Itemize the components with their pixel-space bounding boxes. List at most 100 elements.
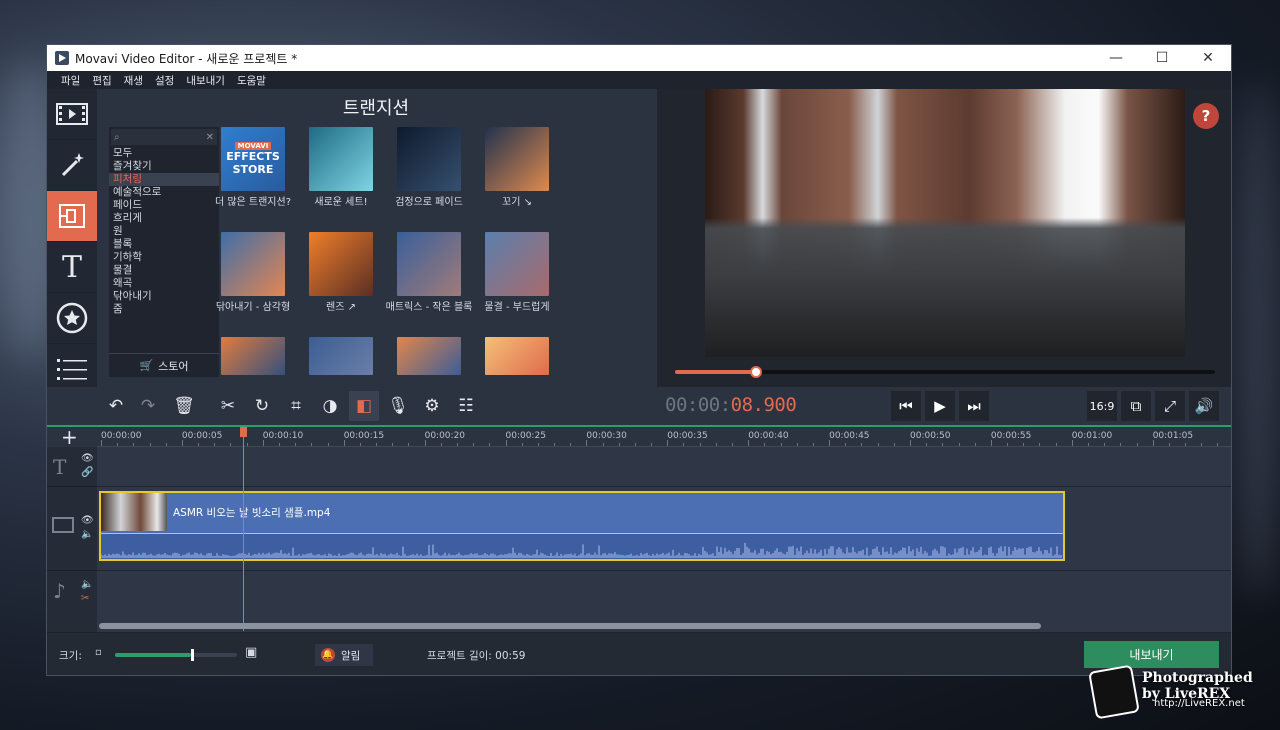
detach-preview-button[interactable]: ⧉ [1121,391,1151,421]
redo-button[interactable]: ↷ [133,391,163,421]
rail-transitions-button[interactable] [47,191,97,242]
zoom-slider-handle[interactable] [190,649,194,661]
rail-stickers-button[interactable] [47,293,97,344]
category-search-input[interactable]: ⌕ ✕ [111,129,217,145]
export-button[interactable]: 내보내기 [1084,641,1219,668]
timeline-scrollbar[interactable] [99,623,1041,629]
transition-tile[interactable] [385,337,473,375]
transition-tile[interactable]: 꼬기 ↘ [473,127,561,209]
microphone-icon: 🎙 [387,396,409,416]
help-button[interactable]: ? [1193,103,1219,129]
transition-tile[interactable]: 새로운 세트! [297,127,385,209]
category-item[interactable]: 페이드 [109,199,219,212]
eye-icon[interactable]: 👁 [81,515,94,526]
close-button[interactable]: ✕ [1185,45,1231,71]
rail-titles-button[interactable]: T [47,242,97,293]
ruler-tick [327,443,329,446]
zoom-slider[interactable] [115,649,237,661]
category-item[interactable]: 기하학 [109,251,219,264]
notifications-button[interactable]: 🔔 알림 [315,644,373,666]
play-button[interactable]: ▶ [925,391,955,421]
transition-tile[interactable]: MOVAVI EFFECTS STORE 더 많은 트랜지션? [209,127,297,209]
seek-handle[interactable] [750,366,762,378]
clip-properties-button[interactable]: ⚙ [417,391,447,421]
color-adjust-button[interactable]: ◑ [315,391,345,421]
previous-frame-button[interactable]: ⏮ [891,391,921,421]
menu-playback[interactable]: 재생 [118,73,149,88]
ruler-tick [424,440,426,446]
speaker-icon[interactable]: 🔈 [81,529,93,540]
rotate-button[interactable]: ↻ [247,391,277,421]
ruler-tick [521,443,523,446]
category-item[interactable]: 흐리게 [109,212,219,225]
ruler-tick [1185,443,1187,446]
record-voice-button[interactable]: 🎙 [383,391,413,421]
rail-import-button[interactable] [47,89,97,140]
store-button[interactable]: 🛒 스토어 [109,353,219,377]
ruler-tick [376,443,378,446]
eye-icon[interactable]: 👁 [81,453,94,464]
add-track-button[interactable]: + [61,425,78,449]
rail-filters-button[interactable] [47,140,97,191]
category-item[interactable]: 줌 [109,303,219,316]
text-track-lane[interactable] [97,447,1231,487]
category-item[interactable]: 원 [109,225,219,238]
transition-tile[interactable] [297,337,385,375]
volume-button[interactable]: 🔊 [1189,391,1219,421]
delete-button[interactable]: 🗑 [169,391,199,421]
aspect-ratio-button[interactable]: 16:9 [1087,391,1117,421]
cut-button[interactable]: ✂ [213,391,243,421]
store-tile-text: EFFECTS [226,150,280,163]
seek-bar[interactable] [675,366,1215,378]
equalizer-button[interactable]: ☷ [451,391,481,421]
ruler-tick [845,443,847,446]
transition-thumbnail [309,127,373,191]
category-item[interactable]: 예술적으로 [109,186,219,199]
minimize-button[interactable]: — [1093,45,1139,71]
link-icon[interactable]: 🔗 [81,467,93,478]
category-item[interactable]: 물결 [109,264,219,277]
speaker-icon[interactable]: 🔈 [81,579,93,590]
menu-edit[interactable]: 편집 [86,73,117,88]
undo-button[interactable]: ↶ [101,391,131,421]
undo-icon: ↶ [108,396,124,416]
crop-button[interactable]: ⌗ [281,391,311,421]
zoom-in-icon[interactable]: ▣ [245,645,257,660]
transition-tile[interactable]: 검정으로 페이드 [385,127,473,209]
time-ruler[interactable]: 00:00:00 00:00:05 00:00:10 00:00:15 00:00:20… [97,427,1231,447]
category-item[interactable]: 피처링 [109,173,219,186]
ruler-tick [1007,443,1009,446]
transition-tile[interactable] [209,337,297,375]
transition-tile[interactable]: 매트릭스 - 작은 블록 [385,232,473,314]
transition-wizard-button[interactable]: ◧ [349,391,379,421]
fullscreen-button[interactable]: ⤢ [1155,391,1185,421]
transition-label: 물결 - 부드럽게 [484,302,550,313]
tick-label: 00:00:15 [343,431,385,441]
category-item[interactable]: 닦아내기 [109,290,219,303]
transition-tile[interactable]: 물결 - 부드럽게 [473,232,561,314]
transition-tile[interactable] [473,337,561,375]
timecode-dim: 00:00: [665,394,731,416]
tick-label: 00:01:00 [1071,431,1113,441]
category-item[interactable]: 왜곡 [109,277,219,290]
transition-tile[interactable]: 렌즈 ↗ [297,232,385,314]
next-frame-button[interactable]: ⏭ [959,391,989,421]
category-item[interactable]: 즐겨찾기 [109,160,219,173]
tick-label: 00:00:00 [101,431,142,441]
menu-help[interactable]: 도움말 [231,73,272,88]
category-item[interactable]: 모두 [109,147,219,160]
title-bar: Movavi Video Editor - 새로운 프로젝트 * — ☐ ✕ [47,45,1231,71]
unlink-icon[interactable]: ✂ [81,593,89,604]
ruler-tick [133,443,135,446]
menu-file[interactable]: 파일 [55,73,86,88]
ruler-tick [796,443,798,446]
menu-export[interactable]: 내보내기 [180,73,231,88]
maximize-button[interactable]: ☐ [1139,45,1185,71]
ruler-tick [699,443,701,446]
category-item[interactable]: 블록 [109,238,219,251]
zoom-out-icon[interactable]: ▫ [95,647,102,658]
playhead[interactable] [243,427,244,631]
menu-settings[interactable]: 설정 [149,73,180,88]
transition-tile[interactable]: 닦아내기 - 삼각형 [209,232,297,314]
ruler-tick [408,443,410,446]
